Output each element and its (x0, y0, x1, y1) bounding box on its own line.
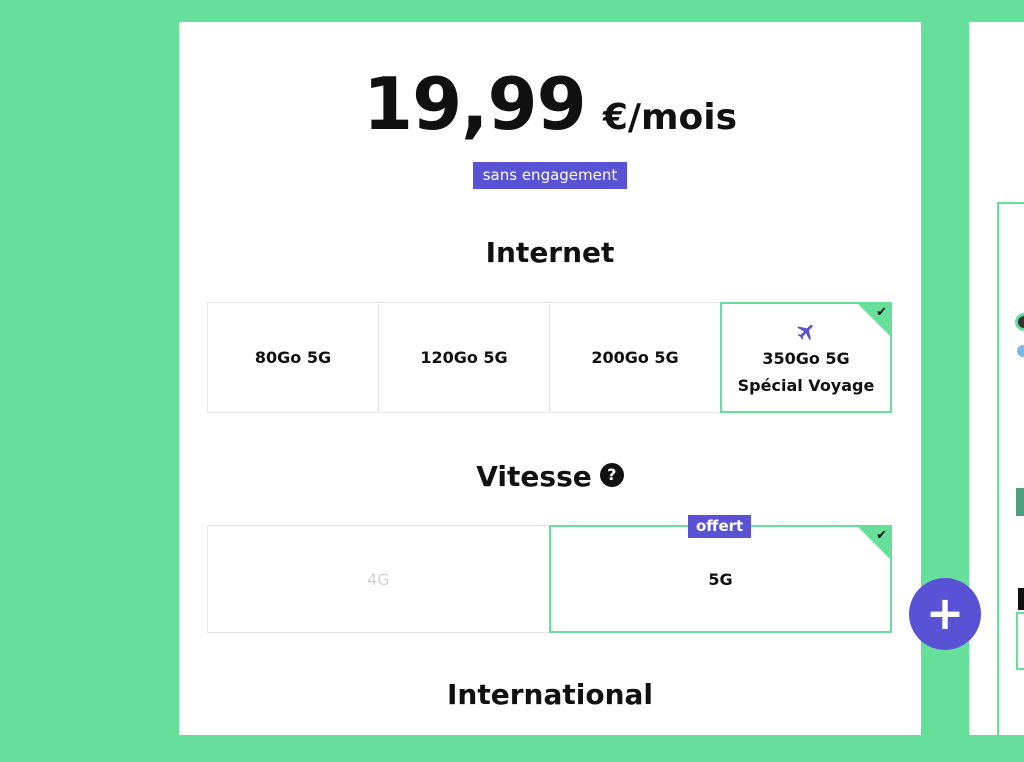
check-icon: ✔ (876, 305, 887, 320)
speed-options: 4G offert ✔ 5G (207, 515, 892, 633)
add-button[interactable]: + (909, 578, 981, 650)
plus-icon: + (925, 586, 965, 640)
option-label: 4G (367, 569, 390, 589)
help-icon[interactable]: ? (599, 463, 624, 487)
internet-option-200go[interactable]: 200Go 5G (549, 302, 721, 413)
option-label: 200Go 5G (591, 348, 679, 367)
option-label: 5G (708, 569, 733, 589)
speed-option-4g: 4G (207, 525, 550, 633)
speed-option-5g[interactable]: offert ✔ 5G (549, 515, 892, 633)
internet-option-80go[interactable]: 80Go 5G (207, 302, 379, 413)
next-card-option-fragment (1016, 612, 1024, 670)
no-commitment-badge: sans engagement (472, 162, 628, 189)
check-icon: ✔ (876, 528, 887, 543)
offered-tag: offert (688, 515, 752, 538)
international-section-title: International (446, 678, 653, 711)
option-sublabel: Spécial Voyage (737, 375, 875, 395)
option-label: 350Go 5G (762, 348, 850, 368)
color-swatch-blue[interactable] (1017, 345, 1024, 357)
next-card-text-fragment (1018, 588, 1024, 610)
next-card-badge (1016, 488, 1024, 516)
next-card-panel (997, 202, 1024, 762)
airplane-icon (797, 324, 813, 340)
internet-option-350go[interactable]: ✔ 350Go 5G Spécial Voyage (720, 302, 892, 413)
price-amount: 19,99 (362, 62, 587, 146)
option-label: 120Go 5G (420, 348, 508, 367)
option-label: 80Go 5G (254, 348, 332, 367)
internet-options: 80Go 5G 120Go 5G 200Go 5G ✔ 350Go 5G Spé… (207, 302, 892, 413)
price: 19,99 €/mois (179, 62, 921, 146)
offer-card: 19,99 €/mois sans engagement Internet 80… (179, 22, 921, 735)
speed-section-title: Vitesse? (179, 460, 921, 493)
internet-option-120go[interactable]: 120Go 5G (378, 302, 550, 413)
internet-section-title: Internet (485, 236, 615, 269)
speed-title-text: Vitesse (476, 460, 592, 493)
price-unit: €/mois (602, 97, 738, 138)
